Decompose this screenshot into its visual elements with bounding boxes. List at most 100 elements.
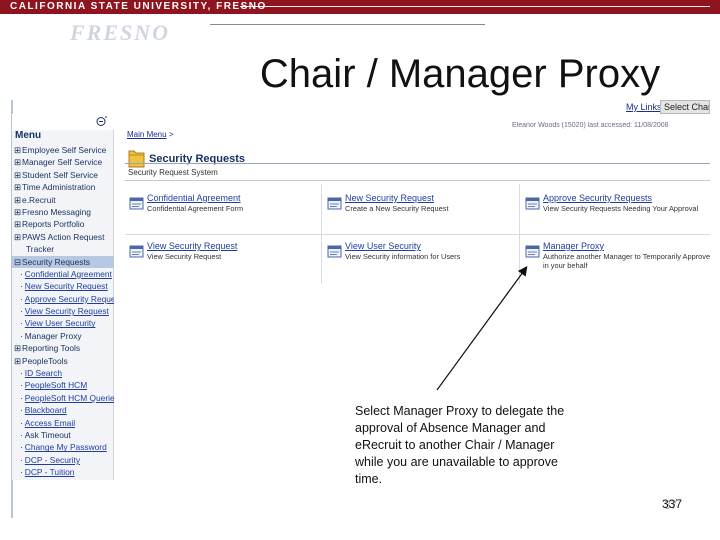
- menu-item-confidential-agreement[interactable]: · Confidential Agreement: [12, 268, 114, 280]
- tile-description: View Security Request: [147, 252, 222, 261]
- menu-item-blackboard[interactable]: · Blackboard: [12, 404, 114, 416]
- menu-item-manager-self-service[interactable]: ⊞Manager Self Service: [12, 156, 114, 168]
- menu-item-label: Security Requests: [22, 256, 90, 267]
- menu-header: [12, 114, 114, 130]
- bullet-icon: ·: [20, 281, 23, 292]
- menu-item-access-email[interactable]: · Access Email: [12, 417, 114, 429]
- expand-icon: ⊞: [14, 182, 22, 193]
- expand-icon: ⊞: [14, 355, 22, 366]
- menu-item-label: DCP - Security: [24, 454, 81, 465]
- slide-number: 337: [662, 497, 683, 511]
- banner-underline: [210, 24, 485, 25]
- menu-item-label: New Security Request: [24, 281, 108, 292]
- menu-item-approve-security-requests[interactable]: ·Approve Security Requests: [12, 293, 114, 305]
- tile-title[interactable]: New Security Request: [345, 193, 434, 203]
- menu-item-peoplesoft-hcm-queries[interactable]: · PeopleSoft HCM Queries: [12, 392, 114, 404]
- tile-manager-proxy[interactable]: Manager Proxy Authorize another Manager t…: [521, 236, 716, 280]
- menu-item-reports-portfolio[interactable]: ⊞Reports Portfolio: [12, 218, 114, 230]
- menu-list: ⊞Employee Self Service ⊞Manager Self Serv…: [12, 144, 114, 479]
- page-icon: [525, 196, 541, 212]
- menu-item-e-recruit[interactable]: ⊞e.Recruit: [12, 194, 114, 206]
- menu-item-new-security-request[interactable]: · New Security Request: [12, 280, 114, 292]
- bullet-icon: ·: [20, 429, 23, 440]
- callout-text: Select Manager Proxy to delegate the app…: [355, 404, 565, 486]
- tile-view-user-security[interactable]: View User Security View Security informat…: [323, 236, 518, 280]
- menu-item-label: Reports Portfolio: [22, 219, 85, 230]
- select-char-tab[interactable]: Select Char.: [660, 100, 710, 114]
- bullet-icon: ·: [20, 442, 23, 453]
- tile-new-security-request[interactable]: New Security Request Create a New Securit…: [323, 188, 518, 232]
- page-icon: [327, 244, 343, 260]
- menu-item-label: Reporting Tools: [22, 343, 81, 354]
- page-icon: [129, 196, 145, 212]
- menu-item-label: Access Email: [24, 417, 76, 428]
- tile-title[interactable]: Confidential Agreement: [147, 193, 241, 203]
- menu-item-student-self-service[interactable]: ⊞Student Self Service: [12, 169, 114, 181]
- menu-item-id-search[interactable]: · ID Search: [12, 367, 114, 379]
- menu-item-tracker[interactable]: Tracker: [12, 243, 114, 255]
- sidebar-menu: Menu ⊞Employee Self Service ⊞Manager Self…: [12, 114, 114, 480]
- banner-rule: [240, 6, 710, 7]
- collapse-icon[interactable]: [96, 116, 110, 128]
- menu-item-manager-proxy[interactable]: · Manager Proxy: [12, 330, 114, 342]
- breadcrumb-separator: >: [168, 130, 174, 139]
- menu-item-dcp-tuition[interactable]: · DCP - Tuition: [12, 466, 114, 478]
- menu-item-label: Time Administration: [22, 182, 96, 193]
- breadcrumb: Main Menu >: [127, 130, 173, 139]
- menu-item-dcp-security[interactable]: · DCP - Security: [12, 454, 114, 466]
- tile-description: Create a New Security Request: [345, 204, 449, 213]
- slide-title: Chair / Manager Proxy: [259, 52, 661, 96]
- bullet-icon: ·: [20, 417, 23, 428]
- tile-divider: [125, 234, 710, 235]
- menu-item-label: PAWS Action Request: [22, 231, 105, 242]
- header-rule: [125, 163, 710, 164]
- menu-item-label: Fresno Messaging: [22, 206, 91, 217]
- menu-item-label: Ask Timeout: [24, 429, 71, 440]
- bullet-icon: ·: [20, 405, 23, 416]
- tile-description: View Security information for Users: [345, 252, 461, 261]
- university-banner: CALIFORNIA STATE UNIVERSITY, FRESNO: [0, 0, 720, 14]
- bullet-icon: ·: [20, 293, 23, 304]
- expand-icon: ⊞: [14, 219, 22, 230]
- tile-approve-security-requests[interactable]: Approve Security Requests View Security R…: [521, 188, 716, 232]
- expand-icon: ⊟: [14, 256, 22, 267]
- expand-icon: ⊞: [14, 343, 22, 354]
- menu-item-ask-timeout[interactable]: · Ask Timeout: [12, 429, 114, 441]
- menu-item-employee-self-service[interactable]: ⊞Employee Self Service: [12, 144, 114, 156]
- menu-item-label: DCP - Tuition: [24, 467, 75, 478]
- tile-title[interactable]: View Security Request: [147, 241, 237, 251]
- menu-item-peopletools[interactable]: ⊞PeopleTools: [12, 355, 114, 367]
- tile-confidential-agreement[interactable]: Confidential Agreement Confidential Agree…: [125, 188, 320, 232]
- menu-item-label: ID Search: [24, 368, 63, 379]
- tile-title[interactable]: Approve Security Requests: [543, 193, 652, 203]
- expand-icon: ⊞: [14, 206, 22, 217]
- menu-item-label: PeopleSoft HCM: [24, 380, 88, 391]
- menu-item-change-my-password[interactable]: · Change My Password: [12, 441, 114, 453]
- menu-item-label: PeopleTools: [22, 355, 68, 366]
- breadcrumb-main-menu[interactable]: Main Menu: [127, 130, 167, 139]
- seal-text: FRESNO: [70, 20, 171, 45]
- page-icon: [525, 244, 541, 260]
- tile-description: Confidential Agreement Form: [147, 204, 244, 213]
- menu-item-view-user-security[interactable]: · View User Security: [12, 317, 114, 329]
- expand-icon: ⊞: [14, 194, 22, 205]
- tile-title[interactable]: Manager Proxy: [543, 241, 604, 251]
- tile-view-security-request[interactable]: View Security Request View Security Reque…: [125, 236, 320, 280]
- tile-description: Authorize another Manager to Temporarily…: [543, 252, 711, 270]
- menu-item-view-security-request[interactable]: · View Security Request: [12, 305, 114, 317]
- menu-item-label: Manager Self Service: [22, 157, 103, 168]
- menu-item-label: Confidential Agreement: [24, 268, 112, 279]
- bullet-icon: ·: [20, 454, 23, 465]
- menu-item-fresno-messaging[interactable]: ⊞Fresno Messaging: [12, 206, 114, 218]
- tile-title[interactable]: View User Security: [345, 241, 421, 251]
- menu-item-time-administration[interactable]: ⊞Time Administration: [12, 181, 114, 193]
- menu-item-security-requests[interactable]: ⊟Security Requests: [12, 255, 114, 268]
- menu-item-reporting-tools[interactable]: ⊞Reporting Tools: [12, 342, 114, 354]
- bullet-icon: ·: [20, 380, 23, 391]
- section-rule: [125, 180, 710, 181]
- menu-item-paws-action-request[interactable]: ⊞PAWS Action Request: [12, 231, 114, 243]
- menu-item-label: Manager Proxy: [24, 330, 82, 341]
- menu-item-label: Employee Self Service: [22, 145, 107, 155]
- menu-item-peoplesoft-hcm[interactable]: · PeopleSoft HCM: [12, 379, 114, 391]
- expand-icon: ⊞: [14, 169, 22, 180]
